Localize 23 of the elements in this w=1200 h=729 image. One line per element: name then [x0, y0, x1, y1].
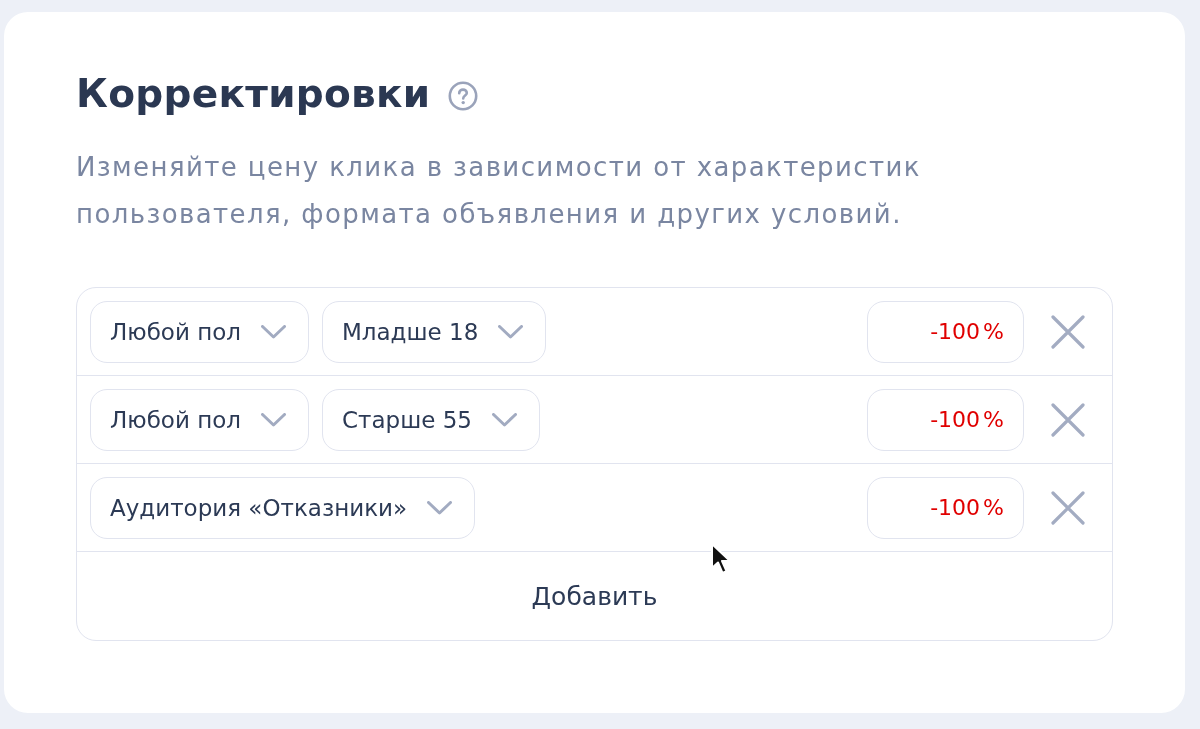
condition-dropdown[interactable]: Старше 55	[322, 388, 540, 451]
remove-button[interactable]	[1051, 314, 1085, 349]
percent-field[interactable]: -100%	[867, 476, 1024, 539]
condition-dropdown[interactable]: Аудитория «Отказники»	[90, 476, 476, 539]
chevron-down-icon	[261, 412, 286, 427]
section-description: Изменяйте цену клика в зависимости от характеристик пользователя, формата объявления и других условий.	[76, 151, 922, 231]
close-icon	[1051, 314, 1085, 349]
close-icon	[1051, 402, 1085, 437]
condition-dropdown[interactable]: Любой пол	[90, 300, 309, 363]
section-title: Корректировки	[76, 70, 431, 118]
remove-button[interactable]	[1051, 490, 1085, 525]
help-icon[interactable]	[448, 81, 479, 111]
percent-field[interactable]: -100%	[867, 300, 1024, 363]
condition-dropdown[interactable]: Младше 18	[322, 300, 547, 363]
close-icon	[1051, 490, 1085, 525]
percent-field[interactable]: -100%	[867, 388, 1024, 451]
remove-button[interactable]	[1051, 402, 1085, 437]
chevron-down-icon	[498, 324, 524, 339]
chevron-down-icon	[261, 324, 286, 339]
chevron-down-icon	[491, 412, 517, 427]
add-button[interactable]: Добавить	[515, 573, 674, 619]
chevron-down-icon	[427, 500, 453, 515]
condition-dropdown[interactable]: Любой пол	[90, 388, 309, 451]
